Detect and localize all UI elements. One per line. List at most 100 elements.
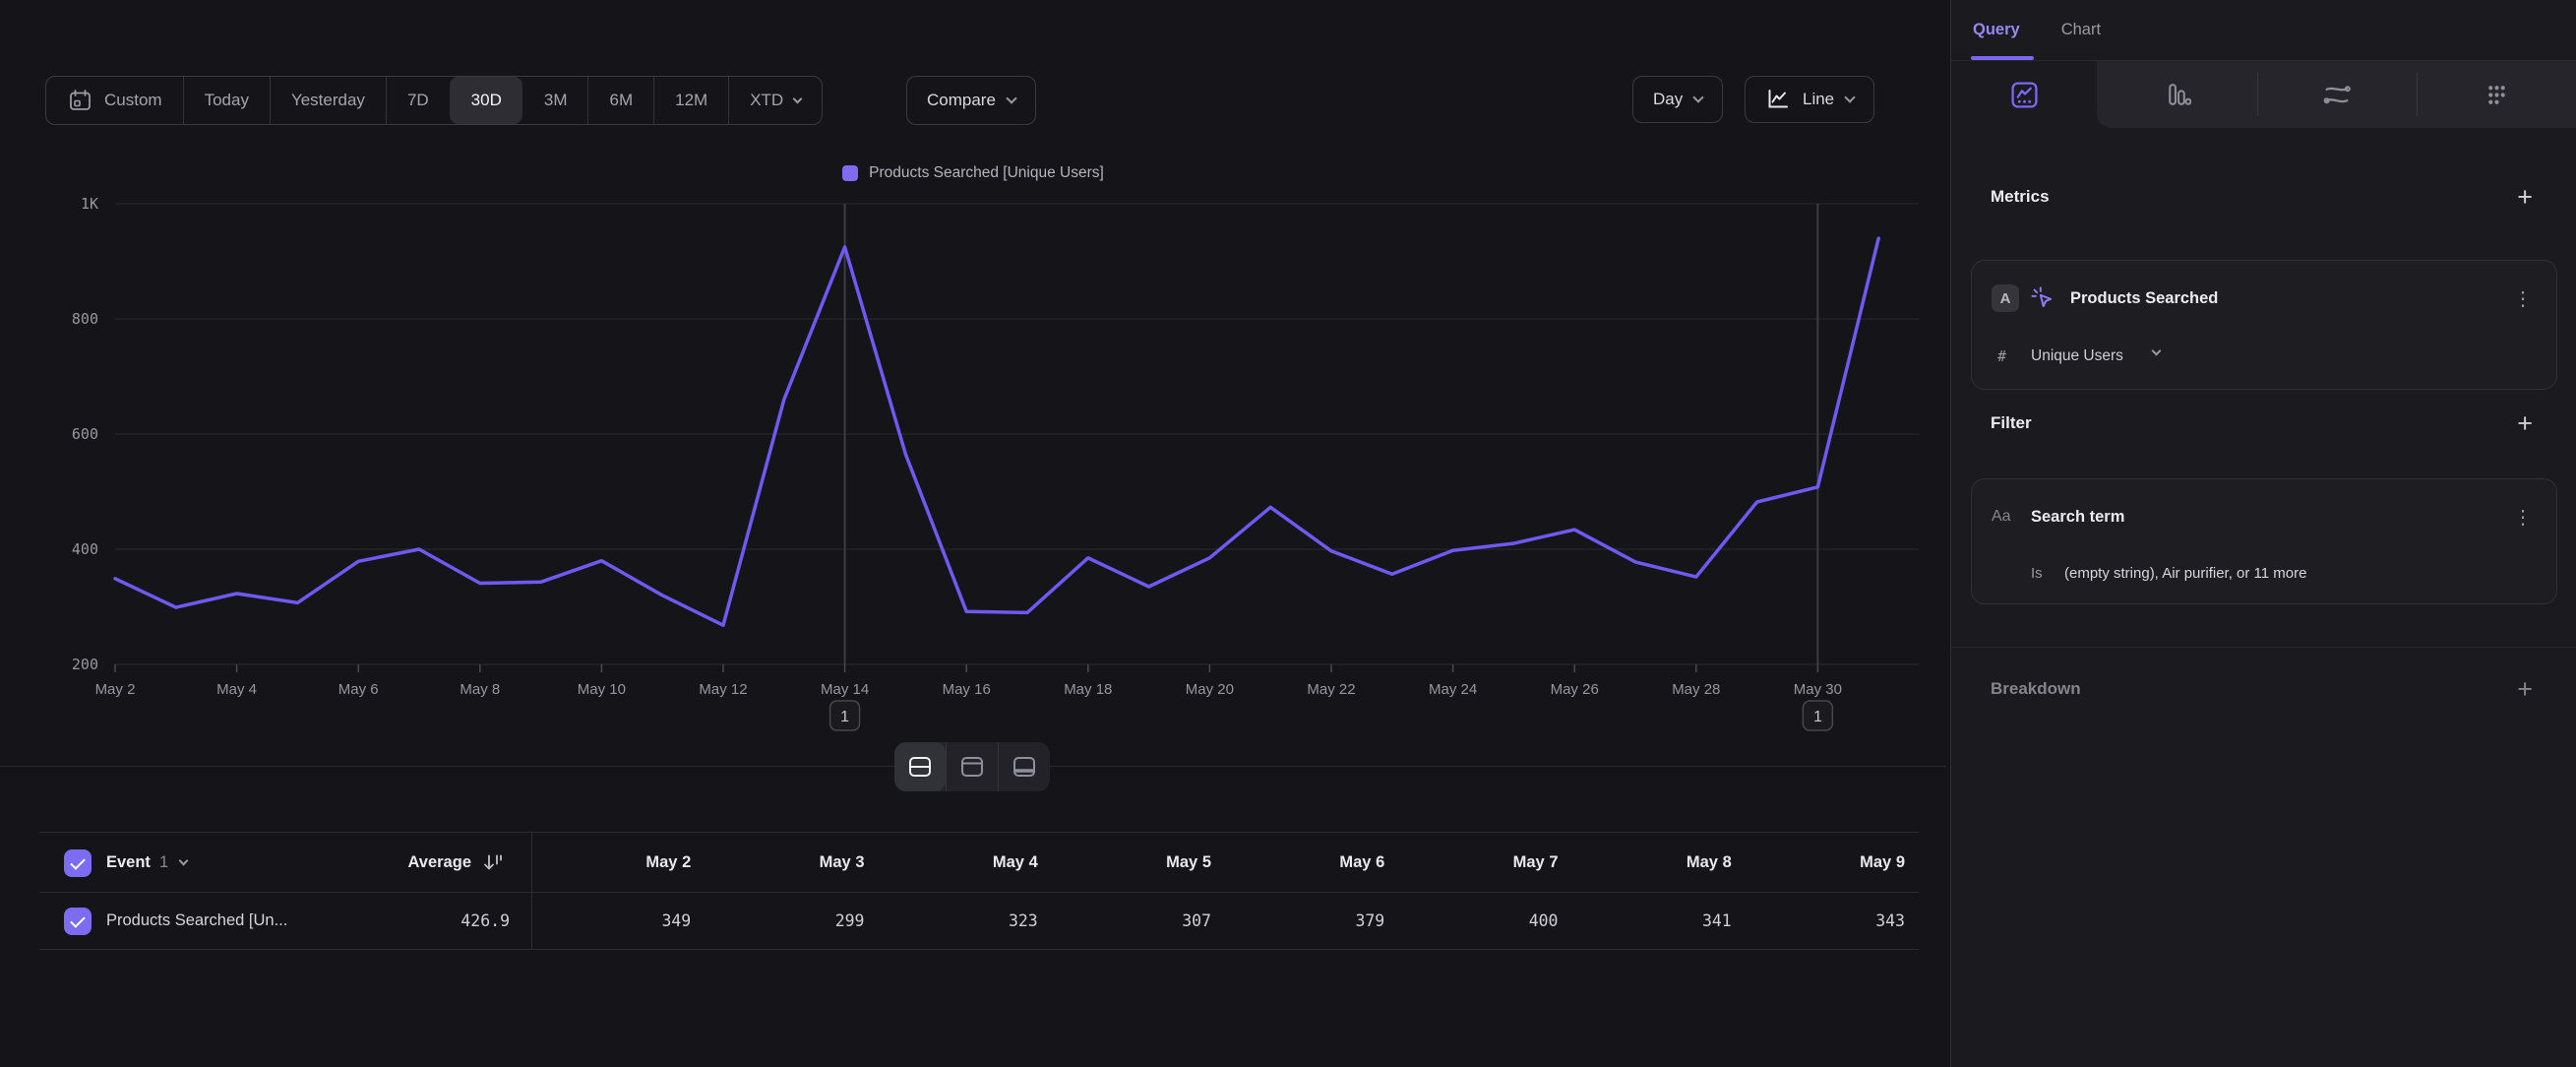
sidebar-tabs: Query Chart (1951, 0, 2576, 61)
filter-menu-icon[interactable]: ⋮ (2513, 505, 2533, 530)
aggregation-selector[interactable]: Unique Users (2031, 347, 2123, 365)
range-label: Today (205, 91, 249, 110)
add-breakdown-button[interactable]: + (2517, 679, 2533, 699)
range-3m[interactable]: 3M (522, 77, 588, 124)
sort-descending-icon[interactable] (481, 851, 504, 874)
tab-insights-active[interactable] (1951, 61, 2097, 128)
aggregation-label: Unique Users (2031, 347, 2123, 364)
select-all-checkbox[interactable] (64, 849, 92, 877)
range-custom[interactable]: Custom (46, 77, 183, 124)
filter-property-name: Search term (2031, 508, 2124, 527)
table-cell-value: 379 (1225, 893, 1398, 949)
filter-value[interactable]: (empty string), Air purifier, or 11 more (2064, 565, 2306, 582)
table-cell-value: 343 (1746, 893, 1919, 949)
y-axis-label: 400 (72, 540, 98, 558)
granularity-button[interactable]: Day (1632, 76, 1723, 123)
table-column-divider (531, 832, 532, 950)
chevron-down-icon (2152, 346, 2162, 356)
series-line[interactable] (115, 238, 1878, 625)
range-30d-selected[interactable]: 30D (450, 77, 522, 124)
range-7d[interactable]: 7D (386, 77, 450, 124)
range-label: 30D (471, 91, 502, 110)
annotation-badge-label: 1 (1813, 709, 1822, 725)
x-axis-label: May 18 (1064, 681, 1112, 698)
range-label: Yesterday (291, 91, 365, 110)
table-date-header: May 9 (1746, 833, 1919, 892)
view-segmented-control (894, 742, 1050, 791)
split-view-icon (907, 755, 933, 779)
metrics-heading: Metrics (1991, 187, 2050, 207)
range-xtd[interactable]: XTD (728, 77, 822, 124)
range-today[interactable]: Today (183, 77, 270, 124)
table-date-header: May 8 (1572, 833, 1746, 892)
x-axis-label: May 6 (338, 681, 379, 698)
series-checkbox[interactable] (64, 908, 92, 935)
chart-type-label: Line (1803, 90, 1834, 109)
tab-bar-chart[interactable] (2097, 61, 2257, 128)
filter-section-header: Filter + (1951, 413, 2576, 433)
table-cell-value: 400 (1398, 893, 1571, 949)
x-axis-label: May 14 (821, 681, 869, 698)
table-date-header: May 6 (1225, 833, 1398, 892)
legend-label: Products Searched [Unique Users] (869, 164, 1104, 182)
add-filter-button[interactable]: + (2517, 413, 2533, 433)
x-axis-label: May 30 (1794, 681, 1842, 698)
event-label: Event (106, 853, 151, 872)
metric-card[interactable]: A Products Searched ⋮ # Unique Users (1971, 260, 2557, 390)
event-column-header[interactable]: Event 1 (106, 833, 187, 892)
tab-chart[interactable]: Chart (2061, 21, 2101, 39)
metric-event-name: Products Searched (2070, 289, 2218, 308)
table-cell-value: 299 (705, 893, 878, 949)
table-cell-value: 323 (879, 893, 1052, 949)
table-date-header: May 5 (1052, 833, 1225, 892)
x-axis-label: May 2 (95, 681, 136, 698)
compare-button[interactable]: Compare (906, 76, 1036, 125)
analytics-app: Custom Today Yesterday 7D 30D 3M 6M 12M … (0, 0, 2576, 1067)
table-cell-value: 307 (1052, 893, 1225, 949)
section-divider (1951, 647, 2576, 648)
calendar-icon (67, 88, 93, 113)
average-column-header: Average (407, 853, 471, 872)
x-axis-label: May 20 (1186, 681, 1234, 698)
x-axis-label: May 16 (943, 681, 991, 698)
event-click-icon (2029, 284, 2056, 312)
chart-legend: Products Searched [Unique Users] (0, 164, 1946, 182)
chart-type-button[interactable]: Line (1745, 76, 1874, 123)
range-6m[interactable]: 6M (587, 77, 653, 124)
table-date-header: May 7 (1398, 833, 1571, 892)
range-yesterday[interactable]: Yesterday (270, 77, 386, 124)
chart-type-tabs (1951, 61, 2576, 128)
filter-heading: Filter (1991, 413, 2032, 433)
chevron-down-icon (793, 94, 803, 103)
filter-operator[interactable]: Is (2031, 565, 2043, 582)
tab-more-charts[interactable] (2417, 61, 2576, 128)
tab-query[interactable]: Query (1973, 21, 2020, 39)
view-table-only-button[interactable] (998, 742, 1050, 791)
range-label: 3M (544, 91, 568, 110)
view-chart-and-table-button[interactable] (894, 742, 946, 791)
range-12m[interactable]: 12M (653, 77, 728, 124)
series-letter-badge: A (1992, 284, 2019, 312)
table-date-header: May 3 (705, 833, 878, 892)
y-axis-label: 800 (72, 310, 98, 328)
x-axis-label: May 26 (1551, 681, 1599, 698)
table-date-header: May 4 (879, 833, 1052, 892)
breakdown-section-header: Breakdown + (1951, 679, 2576, 699)
trend-line-chart[interactable]: 2004006008001K11May 2May 4May 6May 8May … (0, 192, 1946, 748)
add-metric-button[interactable]: + (2517, 187, 2533, 207)
x-axis-label: May 28 (1672, 681, 1720, 698)
metrics-section-header: Metrics + (1951, 187, 2576, 207)
x-axis-label: May 22 (1307, 681, 1355, 698)
view-chart-only-button[interactable] (946, 742, 998, 791)
table-date-header: May 2 (531, 833, 705, 892)
y-axis-label: 600 (72, 425, 98, 443)
more-charts-dots-icon (2483, 81, 2511, 109)
metric-menu-icon[interactable]: ⋮ (2513, 286, 2533, 311)
range-label: XTD (750, 91, 783, 110)
chevron-down-icon (1844, 92, 1855, 102)
filter-card[interactable]: Aa Search term ⋮ Is (empty string), Air … (1971, 478, 2557, 604)
tab-flow[interactable] (2257, 61, 2417, 128)
y-axis-label: 200 (72, 656, 98, 673)
insights-line-chart-icon (2010, 81, 2039, 109)
string-type-badge: Aa (1992, 508, 2011, 526)
